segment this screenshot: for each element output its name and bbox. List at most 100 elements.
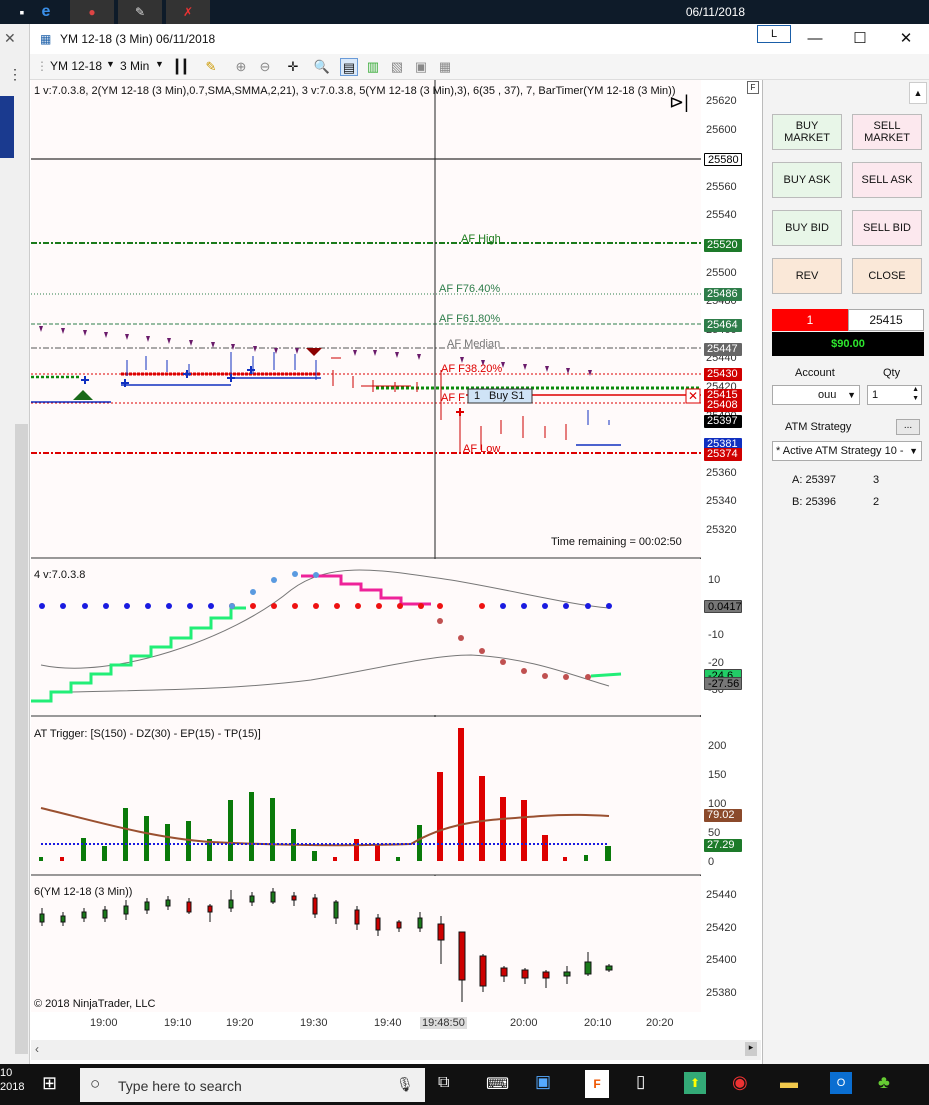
task-view-icon[interactable]: ⧉	[438, 1074, 449, 1092]
scroll-up-icon[interactable]: ▲	[909, 82, 927, 104]
app-launcher-icon[interactable]: ⬆	[684, 1072, 706, 1094]
maximize-button[interactable]: ☐	[845, 28, 875, 50]
buy-bid-button[interactable]: BUY BID	[772, 210, 842, 246]
ninjatrader-icon[interactable]: F	[585, 1070, 609, 1098]
folder-icon[interactable]: ▬	[780, 1072, 798, 1093]
clock: 10 2018	[0, 1066, 24, 1094]
tray-app-icon[interactable]: ♣	[878, 1072, 890, 1093]
network-app-icon[interactable]: ▣	[535, 1072, 551, 1092]
qty-input[interactable]: 1 ▲ ▼	[867, 385, 922, 405]
osc-tick: 10	[708, 574, 721, 586]
ask-size: 3	[873, 474, 880, 486]
scroll-left-icon[interactable]: ‹	[35, 1042, 39, 1056]
fib-23-label: AF F	[441, 392, 465, 404]
time-tick: 19:00	[90, 1017, 118, 1029]
chevron-down-icon[interactable]: ▼	[909, 442, 918, 460]
time-tick: 19:30	[300, 1017, 328, 1029]
price-tick: 25340	[706, 495, 737, 508]
buy-ask-button[interactable]: BUY ASK	[772, 162, 842, 198]
chart-window-icon: ▦	[40, 32, 52, 46]
chevron-down-icon[interactable]: ▼	[847, 386, 856, 404]
interval-selector[interactable]: 3 Min	[120, 59, 149, 73]
stepper-icon[interactable]: ▲ ▼	[912, 385, 919, 403]
crosshair-icon[interactable]: ✛	[284, 58, 302, 76]
fib-38-label: AF F38.20%	[441, 363, 503, 375]
fib-median-label: AF Median	[447, 338, 501, 350]
trigger-tick: 50	[708, 827, 721, 839]
app-icon-2[interactable]: ●	[70, 0, 114, 24]
time-tick: 19:48:50	[420, 1017, 467, 1029]
instrument-selector[interactable]: YM 12-18	[50, 59, 102, 73]
windows-taskbar: 10 2018 ⊞ ○ Type here to search 🎙 ⧉ ⌨ ▣ F…	[0, 1064, 929, 1105]
microphone-icon[interactable]: 🎙	[396, 1076, 414, 1093]
f-toggle[interactable]: F	[747, 81, 759, 94]
position-name[interactable]: Buy S1	[489, 390, 524, 402]
trigger-tick: 0	[708, 856, 715, 868]
fib-high-label: AF High	[461, 233, 501, 245]
horizontal-scrollbar[interactable]: ‹ ▸	[31, 1040, 761, 1060]
close-button[interactable]: ✕	[891, 28, 921, 50]
properties-icon[interactable]: ▦	[436, 58, 454, 76]
windows-start-icon[interactable]: ⊞	[42, 1073, 57, 1094]
osc-tag: 0.0417	[704, 600, 742, 613]
zoom-in-icon[interactable]: ⊕	[232, 58, 250, 76]
sell-market-button[interactable]: SELL MARKET	[852, 114, 922, 150]
buy-market-button[interactable]: BUY MARKET	[772, 114, 842, 150]
candle-tick: 25420	[706, 921, 737, 934]
left-panel: ✕ ⋮	[0, 24, 30, 1064]
chevron-down-icon[interactable]: ▼	[106, 59, 115, 69]
time-tick: 20:00	[510, 1017, 538, 1029]
taskbar-search[interactable]: ○ Type here to search 🎙	[80, 1068, 425, 1102]
price-tick: 25600	[706, 123, 737, 136]
fib-low-label: AF Low	[463, 443, 501, 455]
sell-bid-button[interactable]: SELL BID	[852, 210, 922, 246]
time-tick: 20:10	[584, 1017, 612, 1029]
magnify-icon[interactable]: 🔍	[313, 58, 331, 76]
snapshot-icon[interactable]: ▣	[412, 58, 430, 76]
candle-pane-label: 6(YM 12-18 (3 Min))	[34, 886, 133, 898]
indicators-icon[interactable]: ▥	[364, 58, 382, 76]
app-icon-3[interactable]: ✎	[118, 0, 162, 24]
minimize-button[interactable]: —	[800, 28, 830, 50]
bars-type-icon[interactable]: ┃┃	[172, 58, 190, 76]
osc-tick: -20	[708, 656, 724, 669]
price-tick: 25360	[706, 466, 737, 479]
svg-text:✕: ✕	[688, 389, 698, 403]
price-tag: 25374	[704, 447, 742, 461]
keyboard-icon[interactable]: ⌨	[486, 1074, 509, 1094]
account-select[interactable]: ouu ▼	[772, 385, 860, 405]
reverse-button[interactable]: REV	[772, 258, 842, 294]
edge-icon[interactable]: e	[24, 0, 68, 24]
strategies-icon[interactable]: ▧	[388, 58, 406, 76]
pencil-icon[interactable]: ✎	[202, 58, 220, 76]
position-qty[interactable]: 1	[474, 390, 480, 402]
position-qty-box: 1	[772, 309, 848, 331]
close-position-button[interactable]: CLOSE	[852, 258, 922, 294]
chrome-icon[interactable]: ◉	[732, 1072, 748, 1093]
price-pane-bg	[31, 80, 701, 558]
sell-ask-button[interactable]: SELL ASK	[852, 162, 922, 198]
pnl-box: $90.00	[772, 332, 924, 356]
scroll-right-icon[interactable]: ▸	[745, 1042, 757, 1056]
candle-tick: 25380	[706, 986, 737, 999]
atm-label: ATM Strategy	[785, 421, 852, 433]
more-icon[interactable]: ⋮	[8, 66, 22, 83]
file-icon[interactable]: ▯	[636, 1072, 645, 1092]
clock-year: 2018	[0, 1081, 25, 1093]
outlook-icon[interactable]: O	[830, 1072, 852, 1094]
accent-bar	[0, 96, 14, 158]
atm-more-button[interactable]: ...	[896, 419, 920, 435]
chart-panel[interactable]: ✕ ⊳| 1 v:7.0.3.8, 2(YM 12-18 (3 Min),0.7…	[31, 80, 701, 1012]
data-box-icon[interactable]: ▤	[340, 58, 358, 76]
top-taskbar: ▪ e ● ✎ ✗ 06/11/2018	[0, 0, 929, 24]
chart-trader-panel: ▲ BUY MARKET SELL MARKET BUY ASK SELL AS…	[762, 80, 929, 1064]
close-icon[interactable]: ✕	[4, 30, 16, 47]
chart-toolbar: ⋮ YM 12-18 ▼ 3 Min ▼ ┃┃ ✎ ⊕ ⊖ ✛ 🔍 ▤ ▥ ▧ …	[30, 54, 929, 80]
zoom-out-icon[interactable]: ⊖	[256, 58, 274, 76]
layout-badge[interactable]: L	[757, 25, 791, 43]
atm-strategy-select[interactable]: * Active ATM Strategy 10 - ▼	[772, 441, 922, 461]
app-icon-4[interactable]: ✗	[166, 0, 210, 24]
qty-value: 1	[872, 389, 879, 401]
chevron-down-icon[interactable]: ▼	[155, 59, 164, 69]
left-scrollbar[interactable]	[15, 424, 28, 1054]
